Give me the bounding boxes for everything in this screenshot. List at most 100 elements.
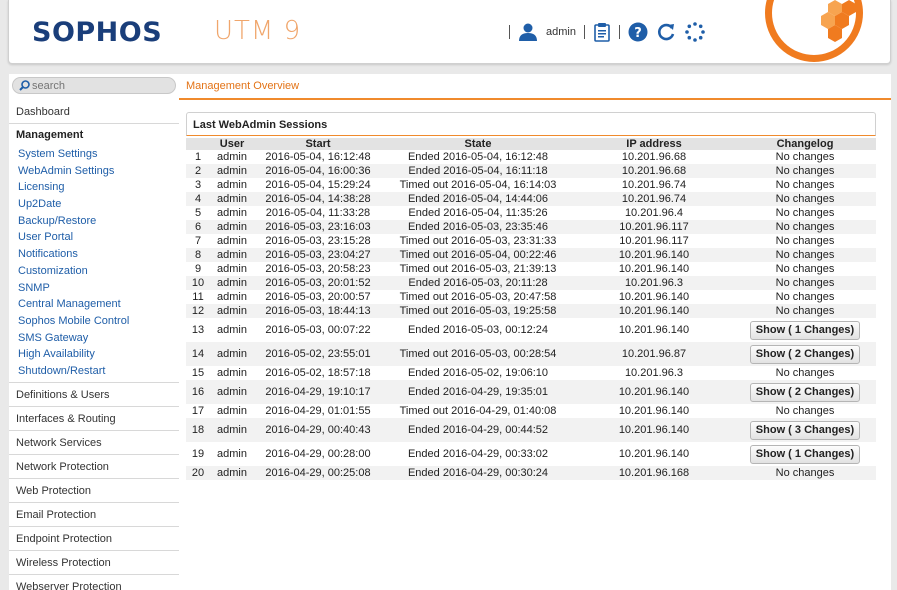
sidebar-section-item[interactable]: Network Services xyxy=(9,431,179,455)
cell-state: Ended 2016-05-02, 19:06:10 xyxy=(407,367,549,379)
cell-ip: 10.201.96.140 xyxy=(574,418,734,442)
cell-ip: 10.201.96.3 xyxy=(574,276,734,290)
cell-changelog: No changes xyxy=(775,235,835,247)
sessions-panel-header: Last WebAdmin Sessions xyxy=(186,112,876,136)
show-changes-button[interactable]: Show ( 1 Changes) xyxy=(749,444,861,464)
table-row: 19 admin 2016-04-29, 00:28:00 Ended 2016-04… xyxy=(186,442,876,466)
show-changes-button[interactable]: Show ( 1 Changes) xyxy=(749,320,861,340)
cell-ip: 10.201.96.68 xyxy=(621,151,687,163)
breadcrumb[interactable]: Management Overview xyxy=(186,80,299,92)
search-box[interactable] xyxy=(12,77,176,94)
cell-state: Timed out 2016-05-04, 00:22:46 xyxy=(382,248,574,262)
sidebar-item-management[interactable]: Management xyxy=(9,124,179,146)
cell-ip: 10.201.96.68 xyxy=(574,164,734,178)
cell-ip: 10.201.96.87 xyxy=(574,342,734,366)
sidebar-subitem[interactable]: Up2Date xyxy=(9,196,179,213)
cell-user: admin xyxy=(217,367,247,379)
cell-start: 2016-05-02, 18:57:18 xyxy=(265,367,371,379)
refresh-icon[interactable] xyxy=(656,22,676,42)
cell-index: 15 xyxy=(191,367,205,379)
sidebar-subitem[interactable]: Central Management xyxy=(9,296,179,313)
cell-start: 2016-05-04, 11:33:28 xyxy=(265,207,371,219)
cell-index: 16 xyxy=(186,380,210,404)
table-row: 17 admin 2016-04-29, 01:01:55 Timed out 201… xyxy=(186,404,876,418)
separator xyxy=(618,25,620,39)
column-header-start: Start xyxy=(254,138,382,150)
sidebar-subitem[interactable]: SNMP xyxy=(9,280,179,297)
cell-start: 2016-04-29, 00:28:00 xyxy=(265,448,371,460)
sidebar-subitem[interactable]: Notifications xyxy=(9,246,179,263)
cell-user: admin xyxy=(217,151,247,163)
sidebar-subitem[interactable]: User Portal xyxy=(9,229,179,246)
cell-ip: 10.201.96.168 xyxy=(574,466,734,480)
cell-ip: 10.201.96.117 xyxy=(619,235,689,247)
sidebar-section-item[interactable]: Email Protection xyxy=(9,503,179,527)
cell-ip: 10.201.96.140 xyxy=(618,405,690,417)
column-header-user: User xyxy=(210,138,254,150)
show-changes-button[interactable]: Show ( 2 Changes) xyxy=(749,344,861,364)
sidebar-subitem[interactable]: WebAdmin Settings xyxy=(9,163,179,180)
current-user[interactable]: admin xyxy=(546,26,576,38)
panel-title: Last WebAdmin Sessions xyxy=(193,119,328,131)
sidebar-section-item[interactable]: Wireless Protection xyxy=(9,551,179,575)
cell-changelog: No changes xyxy=(734,304,876,318)
sidebar-subitem[interactable]: Shutdown/Restart xyxy=(9,363,179,380)
cell-changelog: Show ( 3 Changes) xyxy=(734,418,876,442)
cell-index: 8 xyxy=(186,248,210,262)
cell-user: admin xyxy=(217,448,247,460)
cell-start: 2016-05-03, 23:04:27 xyxy=(254,248,382,262)
table-row: 6 admin 2016-05-03, 23:16:03 Ended 2016-05-… xyxy=(186,220,876,234)
table-row: 20 admin 2016-04-29, 00:25:08 Ended 2016-04… xyxy=(186,466,876,480)
separator xyxy=(509,25,510,39)
sidebar-section-item[interactable]: Web Protection xyxy=(9,479,179,503)
cell-state: Timed out 2016-05-04, 16:14:03 xyxy=(399,179,557,191)
cell-index: 7 xyxy=(194,235,202,247)
sidebar-subitem[interactable]: Sophos Mobile Control xyxy=(9,313,179,330)
cell-state: Ended 2016-04-29, 00:30:24 xyxy=(382,466,574,480)
cell-state: Timed out 2016-05-03, 21:39:13 xyxy=(399,263,557,275)
cell-index: 6 xyxy=(186,220,210,234)
cell-changelog: Show ( 2 Changes) xyxy=(734,380,876,404)
sidebar-subitem[interactable]: System Settings xyxy=(9,146,179,163)
notes-icon[interactable] xyxy=(593,22,611,42)
sidebar-section-item[interactable]: Network Protection xyxy=(9,455,179,479)
sidebar-subitem[interactable]: Backup/Restore xyxy=(9,213,179,230)
table-row: 3 admin 2016-05-04, 15:29:24 Timed out 2016… xyxy=(186,178,876,192)
cell-state: Timed out 2016-05-03, 19:25:58 xyxy=(382,304,574,318)
sidebar-section-item[interactable]: Webserver Protection xyxy=(9,575,179,590)
sidebar-section-item[interactable]: Interfaces & Routing xyxy=(9,407,179,431)
cell-index: 14 xyxy=(186,342,210,366)
cell-changelog: No changes xyxy=(775,179,835,191)
busy-spinner-icon xyxy=(684,21,706,43)
cell-changelog: Show ( 1 Changes) xyxy=(734,318,876,342)
column-header-index xyxy=(186,138,210,150)
sidebar-subitem[interactable]: High Availability xyxy=(9,346,179,363)
sophos-logo: SOPHOS xyxy=(32,17,163,48)
user-icon[interactable] xyxy=(518,22,538,42)
sidebar-section-item[interactable]: Definitions & Users xyxy=(9,383,179,407)
table-header-row: User Start State IP address Changelog xyxy=(186,138,876,150)
cell-index: 1 xyxy=(194,151,202,163)
sidebar-sections: Definitions & Users Interfaces & Routing N… xyxy=(9,383,179,590)
table-row: 4 admin 2016-05-04, 14:38:28 Ended 2016-05-… xyxy=(186,192,876,206)
sidebar-subitem[interactable]: SMS Gateway xyxy=(9,330,179,347)
sidebar-item-dashboard[interactable]: Dashboard xyxy=(9,100,179,124)
show-changes-button[interactable]: Show ( 2 Changes) xyxy=(749,382,861,402)
cell-start: 2016-05-03, 00:07:22 xyxy=(265,324,371,336)
help-icon[interactable]: ? xyxy=(628,22,648,42)
app-header: SOPHOS UTM 9 admin ? xyxy=(8,0,891,64)
show-changes-button[interactable]: Show ( 3 Changes) xyxy=(749,420,861,440)
sidebar-subitem[interactable]: Customization xyxy=(9,263,179,280)
cell-ip: 10.201.96.74 xyxy=(574,192,734,206)
cell-user: admin xyxy=(217,179,247,191)
sidebar-section-item[interactable]: Endpoint Protection xyxy=(9,527,179,551)
search-input[interactable] xyxy=(32,79,172,92)
header-toolbar: admin ? xyxy=(509,20,706,44)
cell-user: admin xyxy=(210,342,254,366)
cell-state: Ended 2016-04-29, 19:35:01 xyxy=(382,380,574,404)
sidebar-subitem[interactable]: Licensing xyxy=(9,179,179,196)
table-row: 9 admin 2016-05-03, 20:58:23 Timed out 2016… xyxy=(186,262,876,276)
management-section: Management System Settings WebAdmin Setti… xyxy=(9,124,179,383)
cell-start: 2016-05-04, 14:38:28 xyxy=(254,192,382,206)
cell-user: admin xyxy=(210,466,254,480)
